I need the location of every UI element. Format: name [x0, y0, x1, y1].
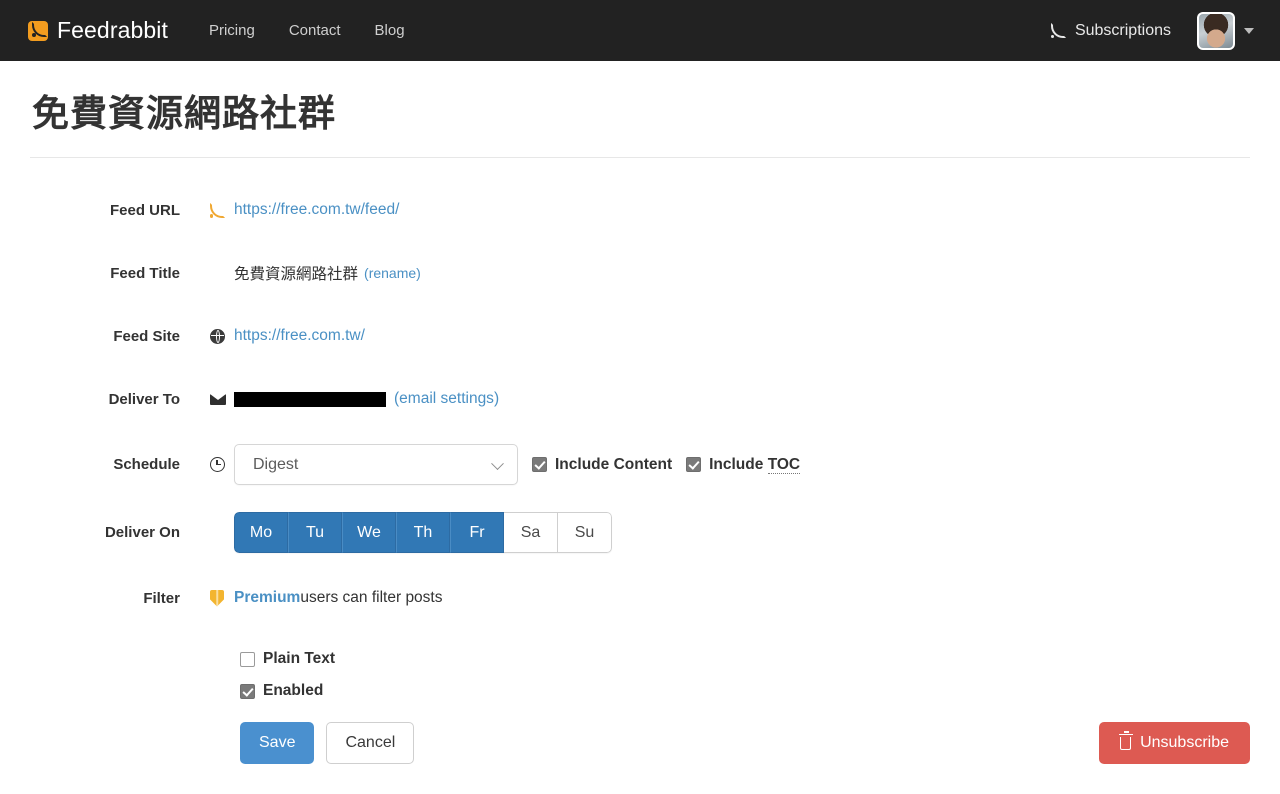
unsubscribe-button[interactable]: Unsubscribe	[1099, 722, 1250, 764]
filter-label: Filter	[143, 589, 180, 607]
unsubscribe-label: Unsubscribe	[1140, 734, 1229, 751]
schedule-label: Schedule	[113, 456, 180, 473]
toc-abbr: TOC	[767, 455, 801, 474]
row-feed-title: Feed Title 免費資源網路社群 (rename)	[30, 255, 1250, 291]
enabled-label: Enabled	[263, 682, 324, 699]
deliver-on-day-group: Mo Tu We Th Fr Sa Su	[234, 512, 612, 553]
feed-url-label: Feed URL	[109, 201, 180, 219]
deliver-on-label: Deliver On	[104, 524, 180, 541]
deliver-on-value: Mo Tu We Th Fr Sa Su	[210, 512, 612, 553]
brand-logo-link[interactable]: Feedrabbit	[28, 17, 168, 44]
globe-icon	[210, 328, 232, 344]
row-schedule: Schedule Digest Include Content Include …	[30, 444, 1250, 485]
save-button[interactable]: Save	[240, 722, 315, 764]
feed-title-value: 免費資源網路社群 (rename)	[210, 262, 421, 284]
email-settings-link[interactable]: email settings	[399, 390, 494, 407]
chevron-down-icon[interactable]	[1244, 27, 1254, 34]
navbar-right: Subscriptions	[1037, 8, 1262, 54]
include-toc-checkbox-item[interactable]: Include TOC	[686, 455, 801, 474]
include-toc-label: Include TOC	[709, 455, 801, 474]
deliver-to-label: Deliver To	[108, 390, 180, 408]
avatar-photo	[1199, 13, 1233, 48]
include-content-checkbox-item[interactable]: Include Content	[532, 456, 672, 474]
filter-help-text: users can filter posts	[300, 589, 443, 606]
row-feed-url: Feed URL https://free.com.tw/feed/	[30, 192, 1250, 228]
top-navbar: Feedrabbit Pricing Contact Blog Subscrip…	[0, 0, 1280, 61]
filter-value: Premium users can filter posts	[210, 589, 443, 607]
day-toggle-tu[interactable]: Tu	[288, 512, 342, 553]
rss-icon	[28, 20, 48, 41]
clock-icon	[210, 457, 232, 472]
plain-text-label: Plain Text	[263, 650, 336, 667]
plain-text-checkbox-item[interactable]: Plain Text	[240, 650, 1250, 668]
rename-group: (rename)	[364, 265, 421, 281]
subscription-settings-form: Feed URL https://free.com.tw/feed/ Feed …	[30, 192, 1250, 764]
include-toc-prefix: Include	[709, 455, 768, 473]
title-divider	[30, 157, 1250, 158]
enabled-checkbox-item[interactable]: Enabled	[240, 682, 1250, 700]
email-settings-group: (email settings)	[394, 390, 499, 408]
nav-item-pricing[interactable]: Pricing	[192, 12, 272, 49]
day-toggle-fr[interactable]: Fr	[450, 512, 504, 553]
schedule-select[interactable]: Digest	[234, 444, 518, 485]
row-deliver-on: Deliver On Mo Tu We Th Fr Sa Su	[30, 512, 1250, 553]
include-toc-checkbox[interactable]	[686, 457, 702, 472]
account-menu[interactable]	[1185, 8, 1262, 54]
paren-close: )	[416, 265, 421, 281]
primary-nav: Pricing Contact Blog	[192, 12, 422, 49]
page-title: 免費資源網路社群	[32, 93, 336, 134]
include-content-label: Include Content	[555, 455, 673, 473]
feed-site-value: https://free.com.tw/	[210, 327, 365, 345]
schedule-selected-value: Digest	[253, 455, 299, 473]
cancel-button[interactable]: Cancel	[326, 722, 415, 764]
row-deliver-to: Deliver To (email settings)	[30, 381, 1250, 417]
paren-close: )	[493, 390, 500, 407]
day-toggle-sa[interactable]: Sa	[504, 512, 558, 553]
day-toggle-su[interactable]: Su	[558, 512, 612, 553]
schedule-select-wrap: Digest	[234, 444, 518, 485]
nav-item-blog[interactable]: Blog	[358, 12, 422, 49]
form-actions: Save Cancel Unsubscribe	[240, 722, 1250, 764]
feed-site-label: Feed Site	[113, 327, 180, 345]
row-feed-site: Feed Site https://free.com.tw/	[30, 318, 1250, 354]
feed-site-link[interactable]: https://free.com.tw/	[234, 327, 365, 345]
trash-icon	[1118, 731, 1133, 750]
row-filter: Filter Premium users can filter posts	[30, 580, 1250, 616]
include-content-checkbox[interactable]	[532, 457, 547, 472]
rename-link[interactable]: rename	[369, 265, 416, 281]
nav-item-subscriptions[interactable]: Subscriptions	[1037, 14, 1185, 48]
premium-link[interactable]: Premium	[234, 589, 300, 607]
deliver-to-value: (email settings)	[210, 390, 499, 408]
rss-icon	[210, 202, 232, 218]
schedule-value: Digest Include Content Include TOC	[210, 444, 801, 485]
subscriptions-label: Subscriptions	[1074, 21, 1171, 39]
nav-item-contact[interactable]: Contact	[272, 12, 358, 49]
plain-text-checkbox[interactable]	[240, 651, 255, 667]
email-redacted-bar	[234, 391, 386, 407]
feed-title-label: Feed Title	[110, 264, 180, 282]
rss-icon	[1050, 23, 1066, 38]
bottom-checkbox-group: Plain Text Enabled	[240, 650, 1250, 700]
enabled-checkbox[interactable]	[240, 683, 255, 699]
shield-icon	[210, 589, 232, 607]
envelope-icon	[210, 393, 232, 405]
day-toggle-mo[interactable]: Mo	[234, 512, 288, 553]
day-toggle-th[interactable]: Th	[396, 512, 450, 553]
page-container: 免費資源網路社群 Feed URL https://free.com.tw/fe…	[0, 83, 1280, 764]
day-toggle-we[interactable]: We	[342, 512, 396, 553]
brand-name: Feedrabbit	[57, 17, 168, 43]
feed-url-link[interactable]: https://free.com.tw/feed/	[234, 201, 399, 219]
feed-url-value: https://free.com.tw/feed/	[210, 201, 399, 219]
feed-title-text: 免費資源網路社群	[234, 266, 359, 283]
avatar[interactable]	[1197, 11, 1235, 50]
